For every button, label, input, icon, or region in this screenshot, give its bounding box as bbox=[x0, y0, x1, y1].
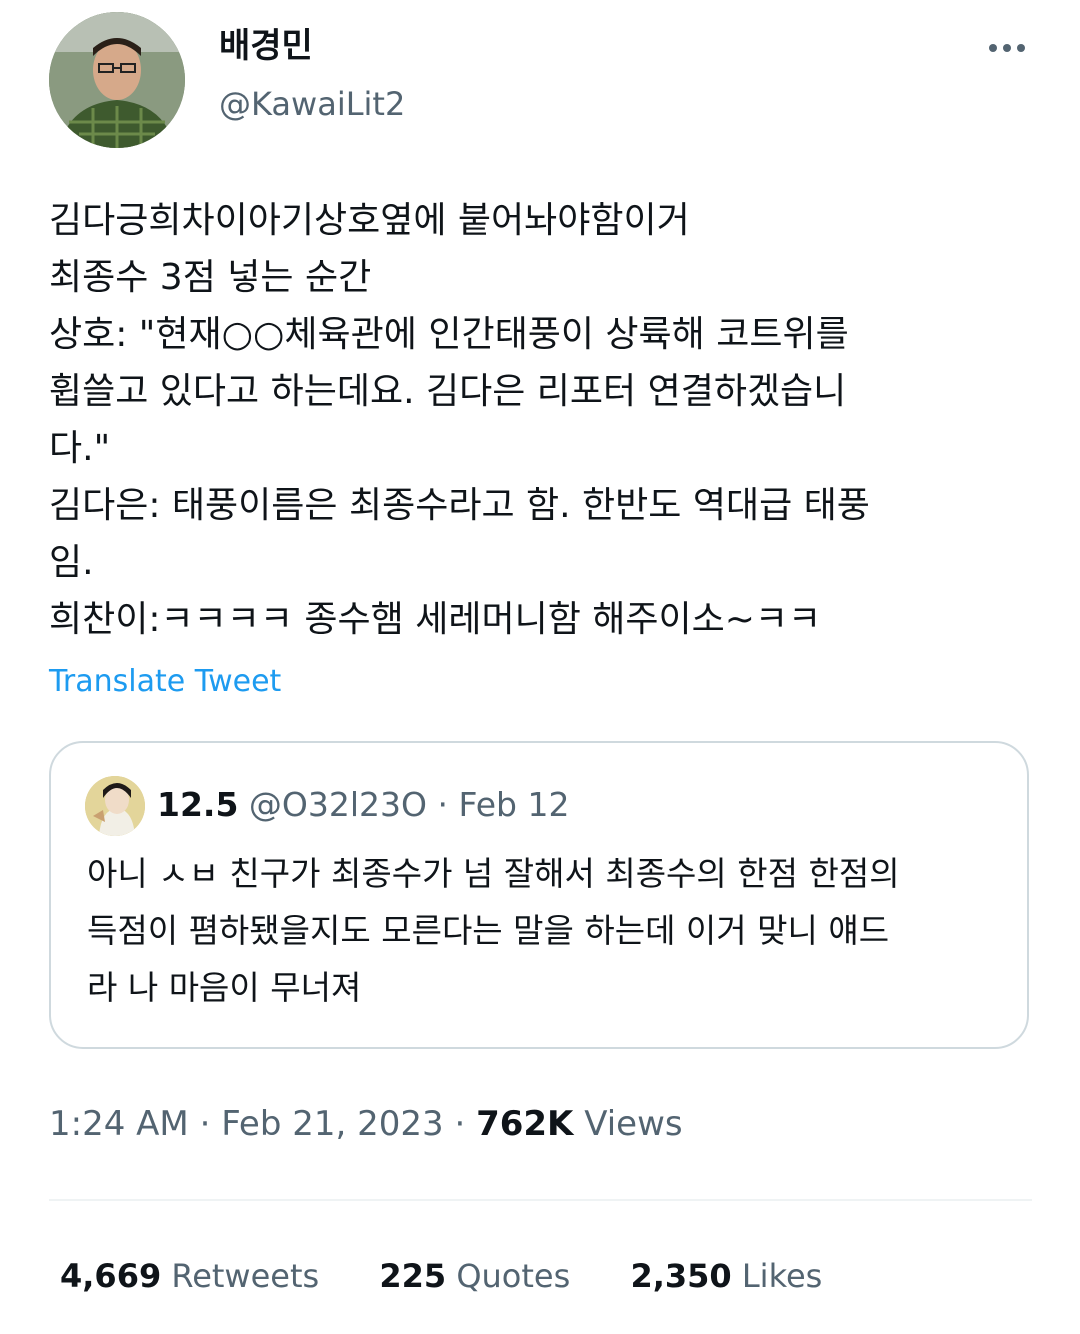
more-dot bbox=[1017, 44, 1025, 52]
quotes-stat[interactable]: 225 Quotes bbox=[379, 1252, 570, 1300]
tweet-line: 휩쓸고 있다고 하는데요. 김다은 리포터 연결하겠습니 bbox=[49, 371, 847, 412]
quoted-author-handle[interactable]: @O32l23O bbox=[249, 785, 427, 824]
retweets-count: 4,669 bbox=[60, 1257, 162, 1295]
meta-separator: · bbox=[199, 1104, 211, 1144]
tweet-timestamp-row: 1:24 AM · Feb 21, 2023 · 762K Views bbox=[49, 1100, 683, 1148]
meta-separator: · bbox=[454, 1104, 466, 1144]
tweet-text: 김다긍희차이아기상호옆에 붙어놔야함이거 최종수 3점 넣는 순간 상호: "현… bbox=[49, 192, 1039, 648]
quoted-tweet-line: 아니 ㅅㅂ 친구가 최종수가 넘 잘해서 최종수의 한점 한점의 bbox=[87, 854, 900, 893]
quoted-tweet-line: 득점이 폄하됐을지도 모른다는 말을 하는데 이거 맞니 얘드 bbox=[87, 911, 890, 950]
quoted-meta-separator: · bbox=[437, 785, 449, 824]
quoted-author-avatar-image bbox=[85, 776, 145, 836]
tweet-date[interactable]: Feb 21, 2023 bbox=[221, 1104, 443, 1144]
more-dot bbox=[989, 44, 997, 52]
quoted-tweet-text: 아니 ㅅㅂ 친구가 최종수가 넘 잘해서 최종수의 한점 한점의 득점이 폄하됐… bbox=[87, 845, 997, 1016]
author-avatar[interactable] bbox=[49, 12, 185, 148]
views-label[interactable]: Views bbox=[584, 1104, 682, 1144]
quoted-author-avatar[interactable] bbox=[85, 776, 145, 836]
tweet-line: 임. bbox=[49, 542, 94, 583]
author-avatar-image bbox=[49, 12, 185, 148]
divider bbox=[49, 1199, 1032, 1201]
more-options-icon[interactable] bbox=[980, 30, 1034, 66]
tweet-line: 다." bbox=[49, 428, 111, 469]
translate-tweet-link[interactable]: Translate Tweet bbox=[49, 660, 281, 704]
quoted-tweet-header: 12.5 @O32l23O · Feb 12 bbox=[157, 781, 569, 829]
quoted-author-name[interactable]: 12.5 bbox=[157, 785, 238, 824]
quoted-tweet-card[interactable]: 12.5 @O32l23O · Feb 12 아니 ㅅㅂ 친구가 최종수가 넘 … bbox=[49, 741, 1029, 1049]
quotes-label: Quotes bbox=[456, 1257, 571, 1295]
retweets-label: Retweets bbox=[171, 1257, 320, 1295]
tweet-line: 희찬이:ㅋㅋㅋㅋ 종수햄 세레머니함 해주이소~ㅋㅋ bbox=[49, 599, 822, 640]
likes-count: 2,350 bbox=[630, 1257, 732, 1295]
likes-stat[interactable]: 2,350 Likes bbox=[630, 1252, 822, 1300]
quoted-tweet-date[interactable]: Feb 12 bbox=[459, 785, 570, 824]
quotes-count: 225 bbox=[379, 1257, 447, 1295]
tweet-line: 김다긍희차이아기상호옆에 붙어놔야함이거 bbox=[49, 200, 690, 241]
tweet-time[interactable]: 1:24 AM bbox=[49, 1104, 189, 1144]
views-count[interactable]: 762K bbox=[476, 1104, 573, 1144]
author-display-name[interactable]: 배경민 bbox=[219, 24, 313, 68]
quoted-tweet-line: 라 나 마음이 무너져 bbox=[87, 968, 362, 1007]
tweet-line: 최종수 3점 넣는 순간 bbox=[49, 257, 372, 298]
author-handle[interactable]: @KawaiLit2 bbox=[219, 82, 405, 126]
likes-label: Likes bbox=[741, 1257, 823, 1295]
tweet-line: 상호: "현재○○체육관에 인간태풍이 상륙해 코트위를 bbox=[49, 314, 849, 355]
tweet-line: 김다은: 태풍이름은 최종수라고 함. 한반도 역대급 태풍 bbox=[49, 485, 870, 526]
more-dot bbox=[1003, 44, 1011, 52]
retweets-stat[interactable]: 4,669 Retweets bbox=[60, 1252, 319, 1300]
engagement-stats: 4,669 Retweets 225 Quotes 2,350 Likes bbox=[60, 1252, 872, 1300]
